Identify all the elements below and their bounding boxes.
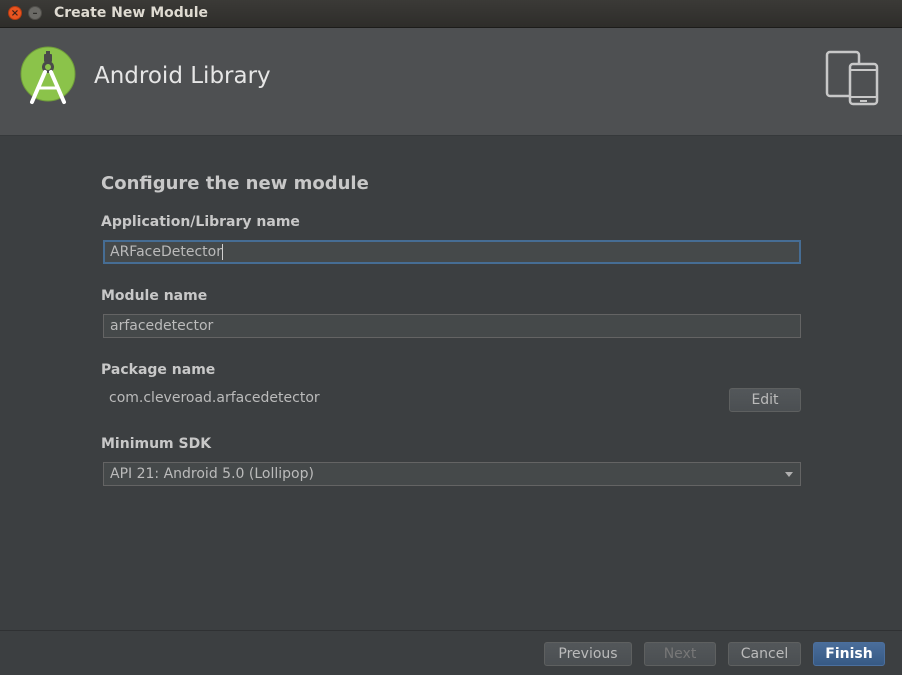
app-name-label: Application/Library name	[101, 214, 300, 230]
min-sdk-value: API 21: Android 5.0 (Lollipop)	[110, 466, 314, 482]
finish-button[interactable]: Finish	[813, 642, 885, 666]
cancel-button[interactable]: Cancel	[728, 642, 801, 666]
previous-button[interactable]: Previous	[544, 642, 632, 666]
android-studio-logo-icon	[20, 46, 76, 104]
minimize-window-button[interactable]: –	[28, 6, 42, 20]
app-name-input[interactable]: ARFaceDetector	[103, 240, 801, 264]
window-titlebar: × – Create New Module	[0, 0, 902, 28]
min-sdk-label: Minimum SDK	[101, 436, 212, 452]
wizard-header: Android Library	[0, 28, 902, 136]
close-window-button[interactable]: ×	[8, 6, 22, 20]
text-caret	[221, 244, 223, 260]
chevron-down-icon	[785, 472, 793, 477]
edit-package-button[interactable]: Edit	[729, 388, 801, 412]
package-name-value: com.cleveroad.arfacedetector	[109, 390, 320, 406]
page-title: Android Library	[94, 63, 271, 89]
next-button[interactable]: Next	[644, 642, 716, 666]
section-title: Configure the new module	[101, 173, 369, 194]
app-name-value: ARFaceDetector	[110, 244, 222, 260]
min-sdk-select[interactable]: API 21: Android 5.0 (Lollipop)	[103, 462, 801, 486]
tablet-phone-icon	[825, 50, 879, 106]
module-name-input[interactable]: arfacedetector	[103, 314, 801, 338]
footer-divider	[0, 630, 902, 631]
module-name-value: arfacedetector	[110, 318, 214, 334]
window-title: Create New Module	[54, 5, 209, 21]
package-name-label: Package name	[101, 362, 216, 378]
module-name-label: Module name	[101, 288, 208, 304]
